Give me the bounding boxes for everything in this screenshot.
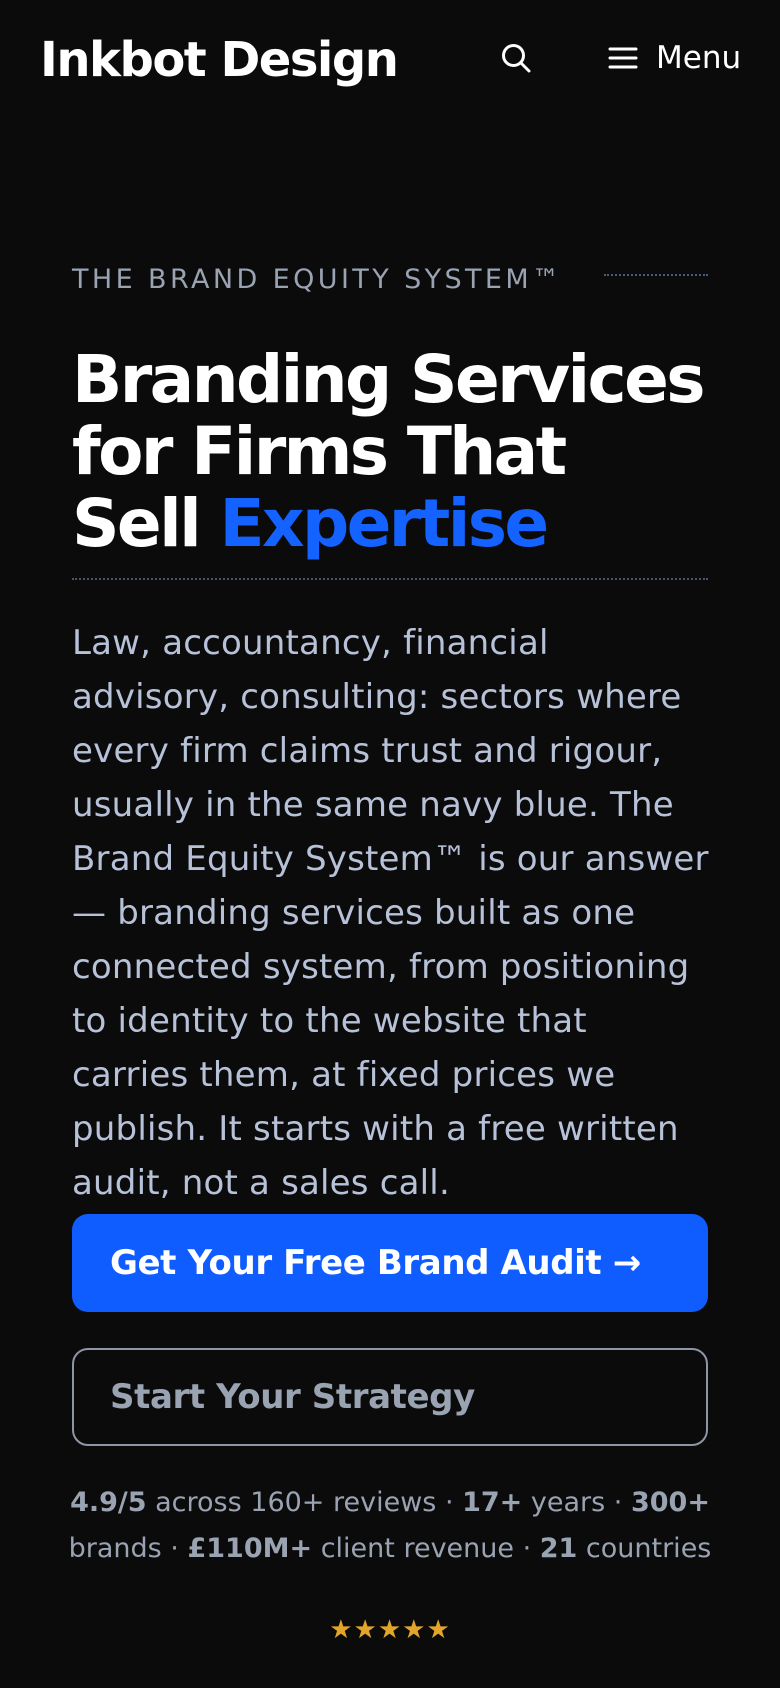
headline-line-3: Sell	[72, 485, 220, 562]
revenue-value: £110M+	[187, 1533, 313, 1564]
brands-text: brands ·	[68, 1533, 188, 1564]
intro-paragraph: Law, accountancy, financial advisory, co…	[72, 623, 709, 1203]
eyebrow-divider	[604, 274, 708, 276]
start-strategy-button[interactable]: Start Your Strategy	[72, 1348, 708, 1446]
site-header: Inkbot Design Menu	[0, 0, 780, 118]
free-brand-audit-label: Get Your Free Brand Audit →	[110, 1243, 641, 1283]
countries-text: countries	[577, 1533, 712, 1564]
eyebrow-row: THE BRAND EQUITY SYSTEM™	[72, 262, 708, 298]
page-title: Branding Services for Firms That Sell Expe…	[72, 344, 732, 560]
start-strategy-label: Start Your Strategy	[110, 1377, 475, 1417]
hamburger-icon	[608, 47, 638, 69]
headline-line-1: Branding Services	[72, 341, 706, 418]
menu-button[interactable]: Menu	[608, 36, 741, 80]
search-icon	[502, 44, 531, 73]
logo[interactable]: Inkbot Design	[40, 30, 399, 90]
headline-divider	[72, 578, 708, 580]
revenue-text: client revenue ·	[312, 1533, 540, 1564]
rating-value: 4.9/5	[70, 1487, 147, 1518]
countries-value: 21	[539, 1533, 578, 1564]
page: Inkbot Design Menu THE BRAND EQUITY SYST…	[0, 0, 780, 1688]
search-button[interactable]	[496, 38, 536, 78]
brands-value: 300+	[630, 1487, 710, 1518]
menu-label: Menu	[656, 40, 742, 76]
headline-line-2: for Firms That	[72, 413, 567, 490]
reviews-text: across 160+ reviews ·	[146, 1487, 463, 1518]
free-brand-audit-button[interactable]: Get Your Free Brand Audit →	[72, 1214, 708, 1312]
years-text: years ·	[522, 1487, 631, 1518]
star-rating: ★★★★★	[329, 1615, 451, 1645]
years-value: 17+	[462, 1487, 523, 1518]
social-proof-line: 4.9/5 across 160+ reviews · 17+ years · …	[40, 1480, 740, 1572]
eyebrow-label: THE BRAND EQUITY SYSTEM™	[72, 264, 563, 295]
headline-accent: Expertise	[219, 485, 550, 562]
